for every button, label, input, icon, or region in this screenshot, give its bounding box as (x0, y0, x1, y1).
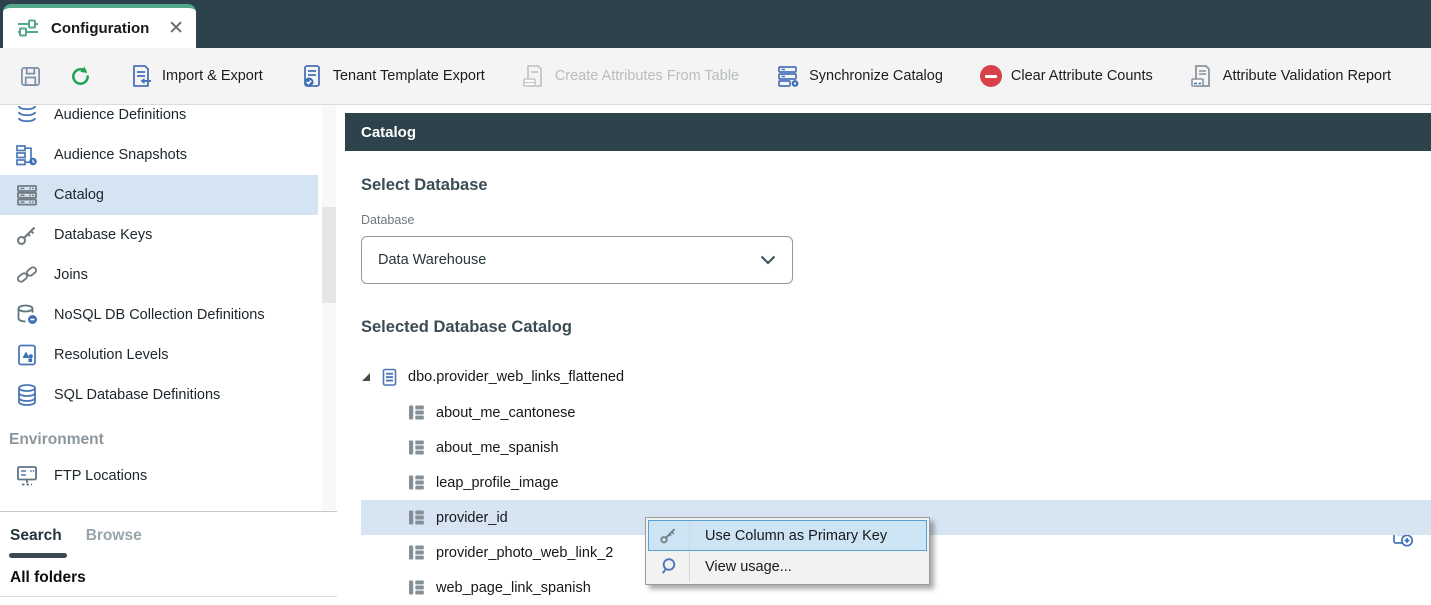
tab-browse[interactable]: Browse (86, 527, 142, 545)
sidebar-item-label: Catalog (54, 187, 104, 203)
sidebar: Audience Definitions Audience Snapshots (0, 105, 337, 512)
sidebar-item-joins[interactable]: Joins (0, 255, 337, 295)
app-window: Configuration ✕ (0, 0, 1431, 605)
tree-column-label: provider_id (436, 510, 508, 526)
import-export-button[interactable]: Import & Export (129, 64, 263, 88)
sidebar-scrollbar-track[interactable] (322, 105, 336, 512)
save-button[interactable] (19, 65, 42, 88)
sidebar-subtabs: Search Browse (0, 512, 337, 559)
create-attributes-from-table-label: Create Attributes From Table (555, 68, 739, 84)
import-export-label: Import & Export (162, 68, 263, 84)
chevron-down-icon (760, 255, 776, 265)
minus-circle-icon (980, 65, 1002, 87)
sidebar-item-ftp-locations[interactable]: FTP Locations (0, 456, 337, 496)
server-icon (15, 183, 39, 207)
sidebar-item-resolution-levels[interactable]: Resolution Levels (0, 335, 337, 375)
all-folders-item[interactable]: All folders (0, 559, 337, 597)
sidebar-item-audience-snapshots[interactable]: Audience Snapshots (0, 135, 337, 175)
panel-title: Catalog (361, 124, 416, 141)
column-icon (407, 508, 426, 527)
column-icon (407, 578, 426, 597)
search-tab-underline (9, 553, 67, 558)
tree-column-label: about_me_spanish (436, 440, 559, 456)
tab-configuration[interactable]: Configuration ✕ (3, 4, 196, 48)
column-icon (407, 543, 426, 562)
primary-key-icon (648, 520, 690, 551)
tree-column-row[interactable]: about_me_spanish (361, 430, 1431, 465)
resolution-icon (15, 343, 39, 367)
table-document-icon (380, 368, 399, 387)
expand-triangle-icon[interactable] (361, 372, 371, 382)
column-icon (407, 438, 426, 457)
sidebar-item-label: Resolution Levels (54, 347, 168, 363)
database-select-value: Data Warehouse (378, 252, 486, 268)
create-attributes-from-table-button[interactable]: Create Attributes From Table (522, 64, 739, 88)
sidebar-item-label: NoSQL DB Collection Definitions (54, 307, 265, 323)
key-icon (15, 223, 39, 247)
sidebar-item-label: Database Keys (54, 227, 152, 243)
chain-icon (15, 263, 39, 287)
document-check-icon (300, 64, 324, 88)
sidebar-item-database-keys[interactable]: Database Keys (0, 215, 337, 255)
clear-attribute-counts-label: Clear Attribute Counts (1011, 68, 1153, 84)
database-label: Database (361, 213, 415, 227)
tenant-template-export-label: Tenant Template Export (333, 68, 485, 84)
synchronize-catalog-label: Synchronize Catalog (809, 68, 943, 84)
selected-database-catalog-heading: Selected Database Catalog (361, 318, 572, 337)
document-report-icon (1190, 64, 1214, 88)
sidebar-item-label: FTP Locations (54, 468, 147, 484)
panel-title-bar: Catalog (345, 113, 1431, 151)
tree-column-label: provider_photo_web_link_2 (436, 545, 613, 561)
tab-title: Configuration (51, 20, 157, 37)
document-arrow-icon (129, 64, 153, 88)
close-icon[interactable]: ✕ (168, 19, 184, 38)
refresh-button[interactable] (69, 65, 92, 88)
sliders-icon (16, 17, 40, 39)
sidebar-item-label: Joins (54, 267, 88, 283)
refresh-icon (69, 65, 92, 88)
column-icon (407, 403, 426, 422)
tree-column-label: about_me_cantonese (436, 405, 575, 421)
menu-item-view-usage[interactable]: View usage... (648, 551, 927, 582)
tree-column-row[interactable]: about_me_cantonese (361, 395, 1431, 430)
save-icon (19, 65, 42, 88)
tree-column-row[interactable]: leap_profile_image (361, 465, 1431, 500)
document-table-icon (522, 64, 546, 88)
db-stack-icon (15, 105, 39, 127)
sidebar-item-label: Audience Definitions (54, 107, 186, 123)
context-menu: Use Column as Primary Key View usage... (645, 517, 930, 585)
sidebar-item-catalog[interactable]: Catalog (0, 175, 318, 215)
tree-column-label: web_page_link_spanish (436, 580, 591, 596)
snapshot-icon (15, 143, 39, 167)
sidebar-scrollbar-thumb[interactable] (322, 207, 336, 303)
column-icon (407, 473, 426, 492)
sidebar-item-label: SQL Database Definitions (54, 387, 220, 403)
ftp-server-icon (15, 464, 39, 488)
tenant-template-export-button[interactable]: Tenant Template Export (300, 64, 485, 88)
sidebar-item-sql-database-definitions[interactable]: SQL Database Definitions (0, 375, 337, 415)
sidebar-item-nosql-db-collection-definitions[interactable]: NoSQL DB Collection Definitions (0, 295, 337, 335)
tree-column-label: leap_profile_image (436, 475, 559, 491)
select-database-heading: Select Database (361, 176, 488, 195)
tree-node-label: dbo.provider_web_links_flattened (408, 369, 624, 385)
attribute-validation-report-button[interactable]: Attribute Validation Report (1190, 64, 1391, 88)
attribute-validation-report-label: Attribute Validation Report (1223, 68, 1391, 84)
sidebar-item-audience-definitions[interactable]: Audience Definitions (0, 105, 337, 135)
clear-attribute-counts-button[interactable]: Clear Attribute Counts (980, 65, 1153, 87)
synchronize-catalog-button[interactable]: Synchronize Catalog (776, 64, 943, 88)
tab-search[interactable]: Search (10, 527, 62, 545)
menu-item-label: View usage... (690, 559, 792, 575)
magnifier-icon (648, 551, 690, 582)
tree-node-table[interactable]: dbo.provider_web_links_flattened (361, 359, 1431, 395)
tab-bar: Configuration ✕ (0, 0, 1431, 48)
menu-item-use-column-as-primary-key[interactable]: Use Column as Primary Key (648, 520, 927, 551)
nosql-db-icon (15, 303, 39, 327)
menu-item-label: Use Column as Primary Key (690, 528, 887, 544)
sidebar-item-label: Audience Snapshots (54, 147, 187, 163)
database-select[interactable]: Data Warehouse (361, 236, 793, 284)
server-sync-icon (776, 64, 800, 88)
sql-db-icon (15, 383, 39, 407)
sidebar-section-environment: Environment (0, 424, 337, 456)
toolbar: Import & Export Tenant Template Export (0, 48, 1431, 105)
